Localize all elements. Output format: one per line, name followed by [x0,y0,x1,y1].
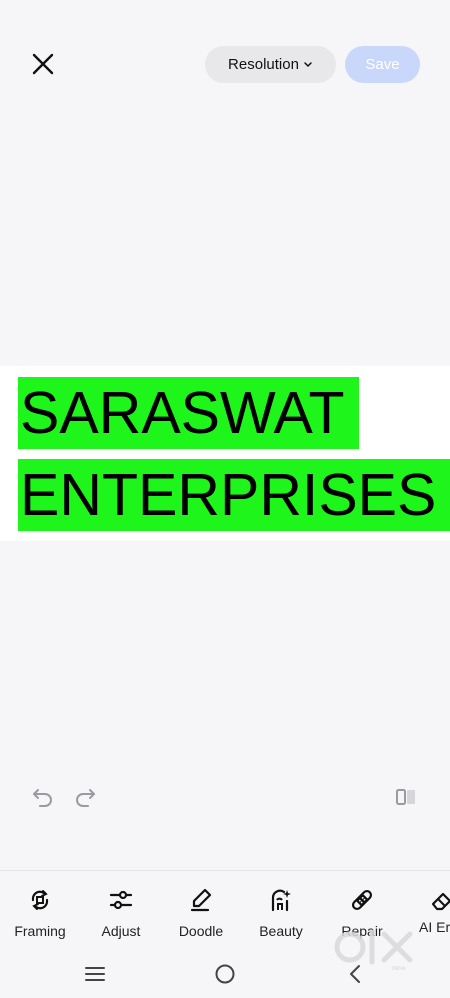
resolution-dropdown[interactable]: Resolution [205,46,336,83]
compare-button[interactable] [392,783,420,811]
eraser-icon [431,892,450,911]
image-text-line-1: SARASWAT [18,377,359,449]
repair-icon [351,889,373,911]
beauty-icon [271,889,291,912]
tool-doodle[interactable]: Doodle [161,885,241,939]
history-bar [0,775,450,819]
system-nav-bar [0,950,450,998]
undo-icon [33,789,52,807]
tool-beauty[interactable]: Beauty [241,885,321,939]
resolution-label: Resolution [228,56,299,73]
recent-apps-button[interactable] [80,960,110,988]
tool-adjust[interactable]: Adjust [81,885,161,939]
doodle-icon [190,888,212,912]
redo-icon [76,789,95,807]
image-canvas[interactable]: SARASWAT ENTERPRISES [0,366,450,541]
adjust-icon [109,890,133,910]
tool-label: Beauty [259,923,303,939]
menu-icon [85,967,105,981]
compare-icon [396,789,415,805]
tool-framing[interactable]: Framing [0,885,80,939]
save-button[interactable]: Save [345,46,420,83]
tool-label: Adjust [101,923,141,939]
undo-button[interactable] [29,783,57,811]
back-button[interactable] [340,960,370,988]
back-icon [350,965,360,983]
image-text-line-2: ENTERPRISES [18,459,450,531]
chevron-down-icon [304,61,312,67]
tool-label: Doodle [178,923,224,939]
tool-label: Framing [14,923,66,939]
redo-button[interactable] [71,783,99,811]
framing-icon [31,890,49,910]
close-icon [32,53,54,75]
home-button[interactable] [210,960,240,988]
home-icon [215,964,235,984]
close-button[interactable] [26,47,60,81]
top-bar: Resolution Save [0,0,450,110]
